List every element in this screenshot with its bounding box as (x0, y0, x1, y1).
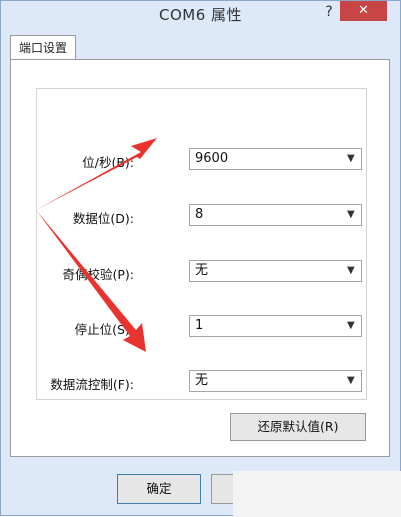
port-settings-panel: 位/秒(B): 9600 ▼ 数据位(D): 8 ▼ 奇偶校验(P): 无 ▼ … (10, 59, 390, 457)
help-button[interactable]: ? (318, 1, 340, 23)
restore-defaults-button[interactable]: 还原默认值(R) (230, 413, 366, 441)
parity-value: 无 (195, 263, 209, 278)
chevron-down-icon: ▼ (347, 153, 355, 164)
baud-rate-value: 9600 (195, 151, 229, 166)
parity-label: 奇偶校验(P): (62, 267, 134, 282)
obscured-region (233, 471, 401, 517)
flow-control-select[interactable]: 无 ▼ (189, 370, 362, 392)
data-bits-label: 数据位(D): (72, 211, 134, 226)
flow-control-label: 数据流控制(F): (50, 377, 134, 392)
settings-group: 位/秒(B): 9600 ▼ 数据位(D): 8 ▼ 奇偶校验(P): 无 ▼ … (36, 88, 367, 400)
chevron-down-icon: ▼ (347, 265, 355, 276)
stop-bits-value: 1 (195, 318, 204, 333)
chevron-down-icon: ▼ (347, 209, 355, 220)
stop-bits-select[interactable]: 1 ▼ (189, 315, 362, 337)
properties-dialog: COM6 属性 ? ✕ 端口设置 位/秒(B): 9600 ▼ 数据位(D): … (0, 0, 401, 517)
chevron-down-icon: ▼ (347, 375, 355, 386)
tab-port-settings[interactable]: 端口设置 (10, 35, 76, 60)
chevron-down-icon: ▼ (347, 320, 355, 331)
baud-rate-label: 位/秒(B): (82, 155, 134, 170)
stop-bits-label: 停止位(S): (74, 322, 134, 337)
title-bar[interactable]: COM6 属性 ? ✕ (1, 1, 400, 28)
baud-rate-select[interactable]: 9600 ▼ (189, 148, 362, 170)
close-button[interactable]: ✕ (340, 1, 387, 21)
data-bits-value: 8 (195, 207, 204, 222)
parity-select[interactable]: 无 ▼ (189, 260, 362, 282)
data-bits-select[interactable]: 8 ▼ (189, 204, 362, 226)
ok-button[interactable]: 确定 (117, 474, 201, 504)
flow-control-value: 无 (195, 373, 209, 388)
